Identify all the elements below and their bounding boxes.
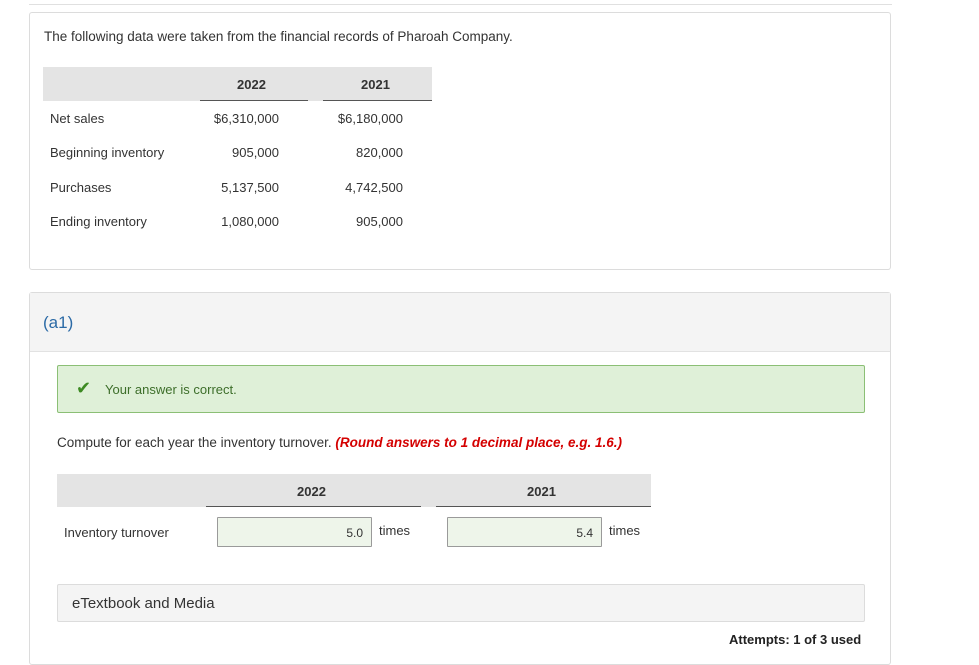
answer-year-2021-header: 2021 [527,484,556,499]
year-2021-header: 2021 [361,77,390,92]
instruction-main: Compute for each year the inventory turn… [57,435,336,450]
net-sales-2021: $6,180,000 [337,111,403,126]
row-label-beginning-inventory: Beginning inventory [50,145,165,160]
rounding-note: (Round answers to 1 decimal place, e.g. … [335,435,622,450]
ending-inventory-2021: 905,000 [356,214,403,229]
unit-2022: times [379,523,411,538]
inventory-turnover-2022-input[interactable]: 5.0 [217,517,372,547]
answer-underline-2022 [206,506,421,507]
data-card: The following data were taken from the f… [29,12,891,270]
underline-2021 [323,100,432,101]
etextbook-label: eTextbook and Media [72,595,215,612]
row-label-net-sales: Net sales [50,111,105,126]
part-label: (a1) [43,313,74,332]
question-header: (a1) [30,293,890,352]
etextbook-media-button[interactable]: eTextbook and Media [57,584,865,622]
beginning-inventory-2021: 820,000 [356,145,403,160]
answer-underline-2021 [436,506,651,507]
purchases-2021: 4,742,500 [345,180,403,195]
attempts-counter: Attempts: 1 of 3 used [729,632,862,647]
inventory-turnover-label: Inventory turnover [64,525,169,540]
answer-value-2022: 5.0 [346,526,363,540]
answer-year-2022-header: 2022 [297,484,326,499]
instruction-text: Compute for each year the inventory turn… [57,435,622,450]
feedback-text: Your answer is correct. [105,382,237,397]
ending-inventory-2022: 1,080,000 [221,214,279,229]
question-card: (a1) ✔ Your answer is correct. Compute f… [29,292,891,665]
answer-table-header [57,474,651,507]
intro-text: The following data were taken from the f… [44,29,513,44]
correct-feedback-banner: ✔ Your answer is correct. [57,365,865,413]
beginning-inventory-2022: 905,000 [232,145,279,160]
top-divider [29,4,892,5]
purchases-2022: 5,137,500 [221,180,279,195]
row-label-ending-inventory: Ending inventory [50,214,147,229]
checkmark-icon: ✔ [76,378,92,398]
underline-2022 [200,100,308,101]
year-2022-header: 2022 [237,77,266,92]
inventory-turnover-2021-input[interactable]: 5.4 [447,517,602,547]
row-label-purchases: Purchases [50,180,112,195]
answer-value-2021: 5.4 [576,526,593,540]
net-sales-2022: $6,310,000 [213,111,279,126]
unit-2021: times [609,523,641,538]
